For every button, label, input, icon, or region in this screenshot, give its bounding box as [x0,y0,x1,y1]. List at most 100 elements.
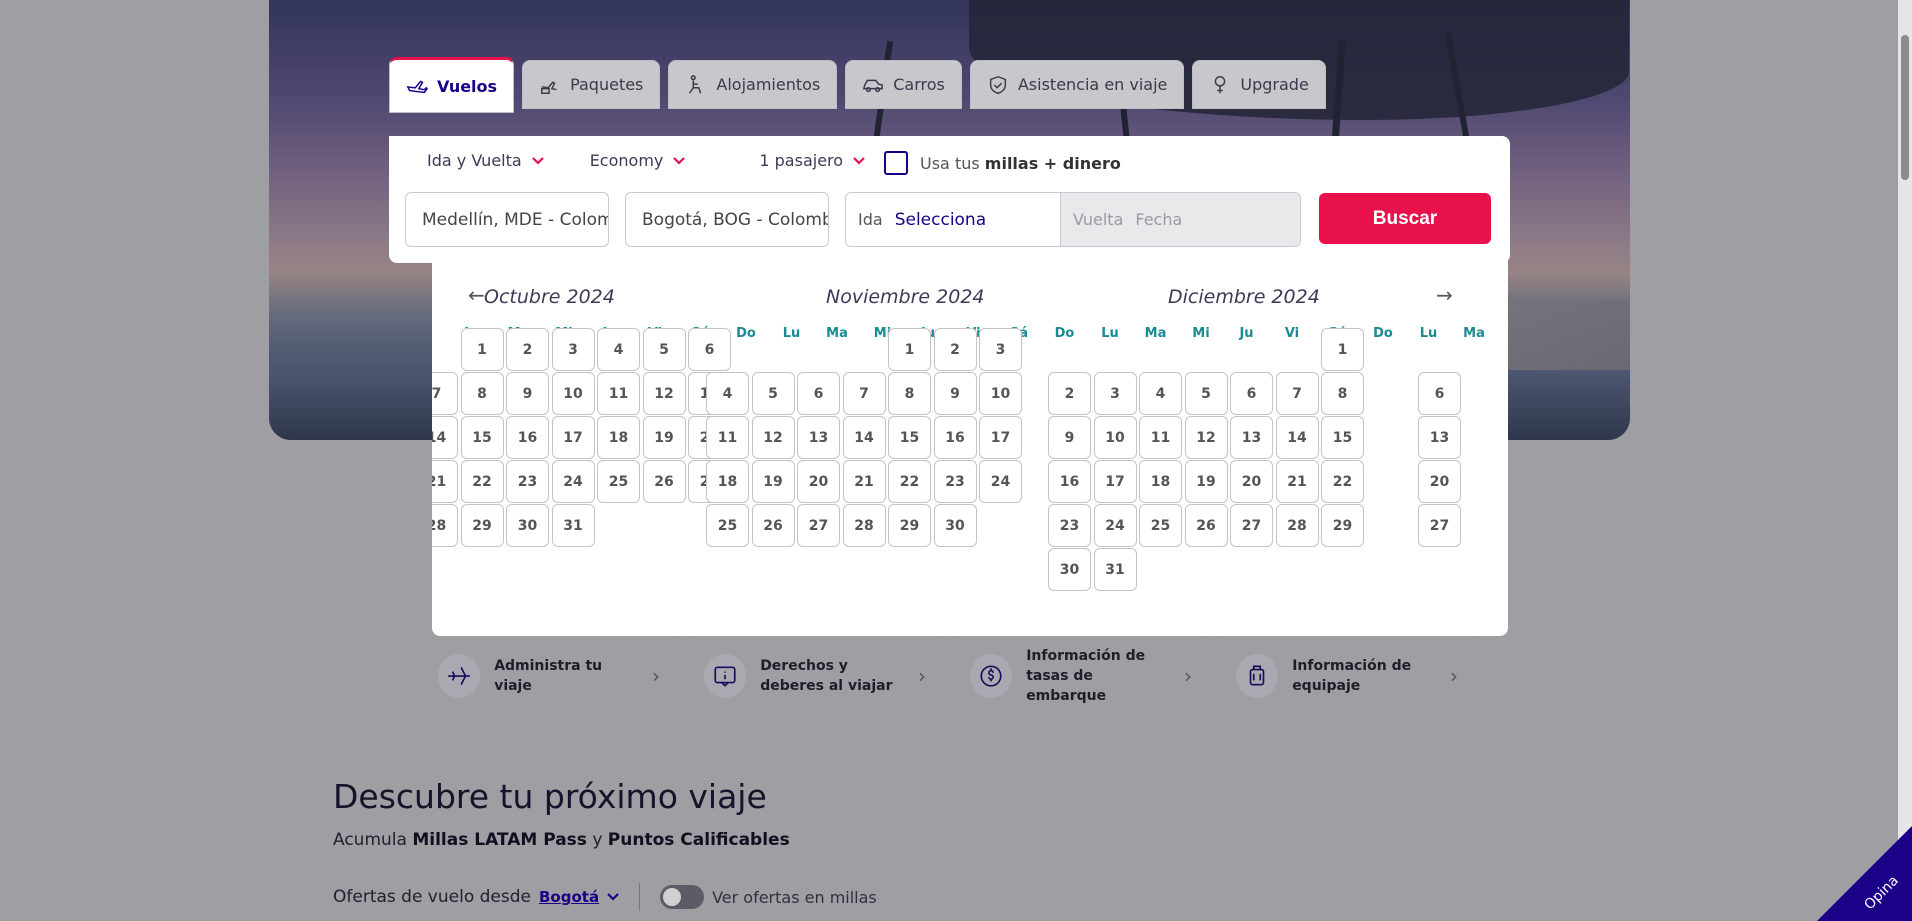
calendar-day[interactable]: 14 [432,416,458,459]
calendar-day[interactable]: 17 [979,416,1022,459]
calendar-day[interactable]: 26 [642,460,686,503]
quick-link-manage-trip[interactable]: Administra tu viaje › [425,636,675,716]
calendar-day[interactable]: 11 [706,416,749,459]
calendar-day[interactable]: 9 [1048,416,1091,459]
feedback-tab[interactable] [1817,826,1912,921]
calendar-day[interactable]: 13 [797,416,840,459]
calendar-day[interactable]: 24 [1093,504,1137,547]
calendar-day[interactable]: 3 [1093,372,1137,415]
search-button[interactable]: Buscar [1319,193,1491,244]
calendar-day[interactable]: 6 [1418,372,1461,415]
calendar-day[interactable]: 20 [797,460,840,503]
calendar-day[interactable]: 10 [979,372,1022,415]
calendar-day[interactable]: 25 [1139,504,1182,547]
calendar-day[interactable]: 24 [979,460,1022,503]
calendar-day[interactable]: 22 [1321,460,1364,503]
calendar-day[interactable]: 30 [506,504,549,547]
miles-checkbox-row[interactable]: Usa tus millas + dinero [884,151,1121,175]
calendar-day[interactable]: 19 [751,460,795,503]
scrollbar[interactable] [1898,0,1912,921]
calendar-day[interactable]: 6 [688,328,731,371]
calendar-day[interactable]: 4 [1139,372,1182,415]
calendar-day[interactable]: 1 [460,328,504,371]
calendar-day[interactable]: 31 [551,504,595,547]
calendar-day[interactable]: 1 [888,328,931,371]
tab-upgrade[interactable]: Upgrade [1192,60,1326,109]
calendar-day[interactable]: 28 [432,504,458,547]
calendar-day[interactable]: 14 [842,416,886,459]
calendar-day[interactable]: 11 [1139,416,1182,459]
calendar-day[interactable]: 29 [460,504,504,547]
calendar-day[interactable]: 12 [1184,416,1228,459]
calendar-day[interactable]: 21 [842,460,886,503]
calendar-day[interactable]: 26 [751,504,795,547]
passengers-select[interactable]: 1 pasajero [759,151,865,170]
calendar-day[interactable]: 6 [797,372,840,415]
calendar-day[interactable]: 21 [1275,460,1319,503]
calendar-day[interactable]: 9 [506,372,549,415]
calendar-day[interactable]: 4 [706,372,749,415]
calendar-day[interactable]: 31 [1093,548,1137,591]
calendar-day[interactable]: 10 [1093,416,1137,459]
quick-link-baggage[interactable]: Información de equipaje › [1223,636,1473,716]
calendar-day[interactable]: 2 [933,328,977,371]
calendar-day[interactable]: 19 [642,416,686,459]
calendar-day[interactable]: 24 [551,460,595,503]
calendar-day[interactable]: 7 [1275,372,1319,415]
calendar-day[interactable]: 5 [642,328,686,371]
prev-month-button[interactable]: ← [468,283,485,307]
calendar-day[interactable]: 15 [888,416,931,459]
calendar-day[interactable]: 27 [1230,504,1273,547]
calendar-day[interactable]: 28 [842,504,886,547]
calendar-day[interactable]: 16 [933,416,977,459]
calendar-day[interactable]: 12 [751,416,795,459]
calendar-day[interactable]: 23 [506,460,549,503]
calendar-day[interactable]: 16 [506,416,549,459]
calendar-day[interactable]: 2 [506,328,549,371]
dates-field[interactable]: Ida Selecciona Vuelta Fecha [845,192,1301,247]
calendar-day[interactable]: 9 [933,372,977,415]
calendar-day[interactable]: 5 [1184,372,1228,415]
calendar-day[interactable]: 29 [1321,504,1364,547]
calendar-day[interactable]: 20 [1230,460,1273,503]
calendar-day[interactable]: 8 [460,372,504,415]
trip-type-select[interactable]: Ida y Vuelta [427,151,544,170]
calendar-day[interactable]: 13 [1230,416,1273,459]
quick-link-rights[interactable]: Derechos y deberes al viajar › [691,636,941,716]
calendar-day[interactable]: 30 [1048,548,1091,591]
calendar-day[interactable]: 25 [706,504,749,547]
return-date[interactable]: Vuelta Fecha [1060,193,1300,246]
scrollbar-thumb[interactable] [1901,35,1909,180]
tab-carros[interactable]: Carros [845,60,962,109]
destination-input[interactable]: Bogotá, BOG - Colombia [625,192,829,247]
offers-city-select[interactable]: Bogotá [539,888,599,906]
calendar-day[interactable]: 2 [1048,372,1091,415]
next-month-button[interactable]: → [1436,283,1453,307]
calendar-day[interactable]: 17 [551,416,595,459]
calendar-day[interactable]: 27 [1418,504,1461,547]
calendar-day[interactable]: 19 [1184,460,1228,503]
calendar-day[interactable]: 13 [1418,416,1461,459]
calendar-day[interactable]: 16 [1048,460,1091,503]
calendar-day[interactable]: 3 [551,328,595,371]
calendar-day[interactable]: 8 [888,372,931,415]
calendar-day[interactable]: 27 [797,504,840,547]
origin-input[interactable]: Medellín, MDE - Colombia [405,192,609,247]
miles-toggle[interactable] [660,885,705,909]
tab-paquetes[interactable]: Paquetes [522,60,661,109]
miles-checkbox[interactable] [884,151,908,175]
departure-date[interactable]: Ida Selecciona [846,193,1060,246]
calendar-day[interactable]: 10 [551,372,595,415]
calendar-day[interactable]: 11 [597,372,640,415]
calendar-day[interactable]: 21 [432,460,458,503]
quick-link-taxes[interactable]: Información de tasas de embarque › [957,636,1207,716]
calendar-day[interactable]: 17 [1093,460,1137,503]
calendar-day[interactable]: 15 [1321,416,1364,459]
calendar-day[interactable]: 23 [933,460,977,503]
calendar-day[interactable]: 14 [1275,416,1319,459]
calendar-day[interactable]: 8 [1321,372,1364,415]
calendar-day[interactable]: 29 [888,504,931,547]
calendar-day[interactable]: 7 [432,372,458,415]
calendar-day[interactable]: 26 [1184,504,1228,547]
tab-alojamientos[interactable]: Alojamientos [668,60,838,109]
